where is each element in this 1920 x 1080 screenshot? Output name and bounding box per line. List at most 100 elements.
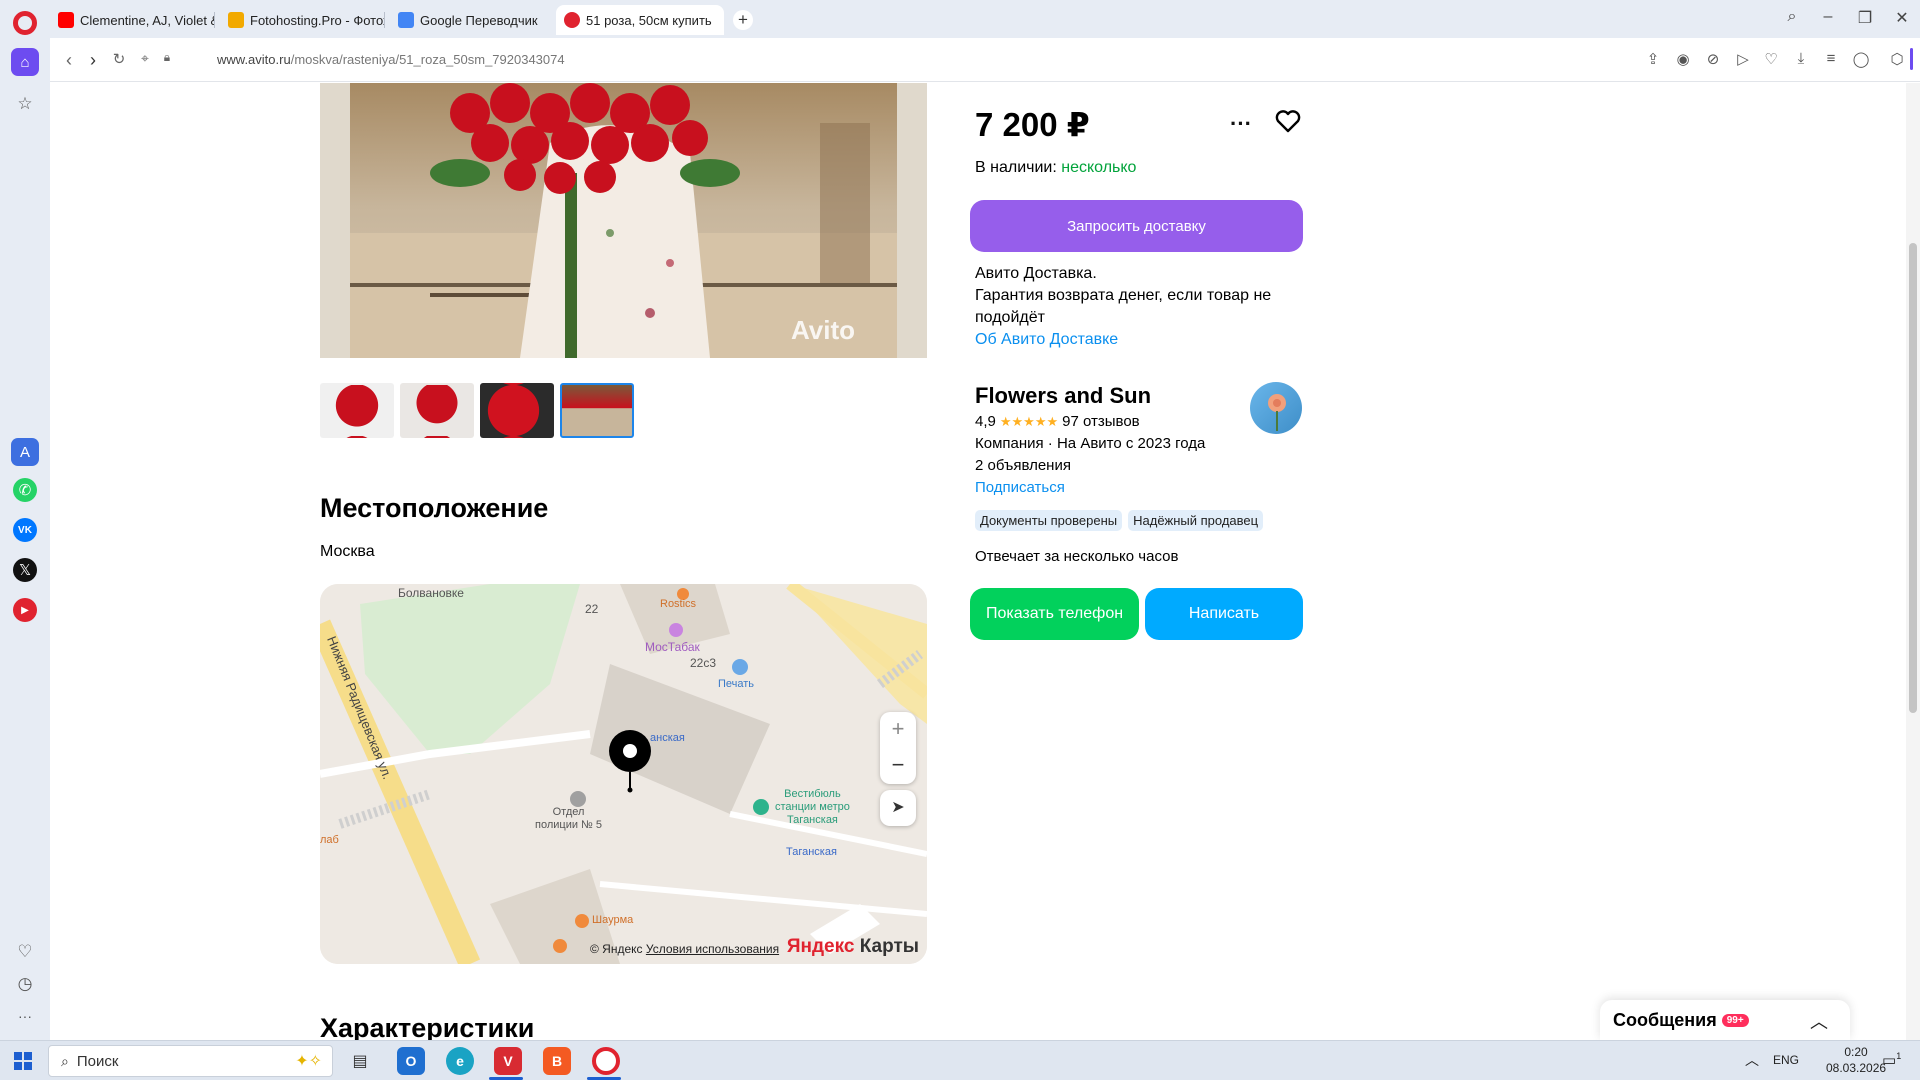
whatsapp-icon[interactable]: ✆: [13, 478, 37, 502]
write-message-button[interactable]: Написать: [1145, 588, 1303, 640]
more-options-icon[interactable]: ···: [1230, 111, 1252, 137]
map-label: лаб: [320, 834, 339, 846]
aria-icon[interactable]: A: [11, 438, 39, 466]
badge-documents-verified: Документы проверены: [975, 510, 1123, 531]
tab-google-translate[interactable]: Google Переводчик: [390, 5, 555, 35]
page-content: Avito Местоположение Москва Болвановке 2…: [50, 83, 1920, 1040]
download-icon[interactable]: ⤓: [1792, 50, 1810, 67]
map-copyright: © Яндекс Условия использования: [590, 942, 779, 956]
easy-setup-icon[interactable]: ≡: [1822, 50, 1840, 67]
zoom-out-button[interactable]: −: [880, 748, 916, 784]
geolocation-button[interactable]: ➤: [880, 790, 916, 826]
adblock-icon[interactable]: ⊘: [1704, 50, 1722, 68]
avito-tab-icon: [564, 12, 580, 28]
notifications-icon[interactable]: ▭1: [1882, 1051, 1901, 1069]
vivaldi-icon[interactable]: V: [494, 1047, 522, 1075]
map-label: 22с3: [690, 656, 717, 670]
map-label: 22: [585, 602, 599, 616]
extensions-icon[interactable]: ⬡: [1888, 50, 1906, 68]
tab-avito-active[interactable]: 51 роза, 50см купить в М: [556, 5, 724, 35]
taskbar-search[interactable]: ⌕ Поиск ✦✧: [48, 1045, 333, 1077]
map-label: Rostics: [660, 598, 697, 610]
listing-main-photo[interactable]: Avito: [320, 83, 927, 358]
url-field[interactable]: www.avito.ru/moskva/rasteniya/51_roza_50…: [217, 52, 565, 67]
brave-icon[interactable]: B: [543, 1047, 571, 1075]
map-brand-maps: Карты: [859, 936, 919, 957]
history-icon[interactable]: ◷: [11, 970, 39, 998]
close-window-button[interactable]: ✕: [1892, 8, 1912, 28]
pinboard-heart-icon[interactable]: ♡: [11, 938, 39, 966]
tab-youtube[interactable]: Clementine, AJ, Violet & L: [50, 5, 215, 35]
favorite-heart-icon[interactable]: [1275, 109, 1301, 138]
avito-watermark: Avito: [790, 315, 855, 345]
rating-value: 4,9: [975, 413, 996, 430]
messages-widget[interactable]: Сообщения 99+ ︿: [1600, 1000, 1850, 1040]
badge-reliable-seller: Надёжный продавец: [1128, 510, 1264, 531]
about-delivery-link[interactable]: Об Авито Доставке: [975, 329, 1275, 351]
outlook-icon[interactable]: O: [397, 1047, 425, 1075]
yandex-maps-logo[interactable]: Яндекс Карты: [787, 936, 919, 958]
url-host: www.avito.ru: [217, 52, 291, 67]
location-pin-icon[interactable]: ⌖: [136, 50, 154, 67]
music-player-icon[interactable]: ▶: [13, 598, 37, 622]
bookmark-icon[interactable]: ☆: [11, 90, 39, 118]
thumbnail-4-selected[interactable]: [560, 383, 634, 438]
clock[interactable]: 0:20 08.03.2026: [1826, 1044, 1886, 1076]
more-sidebar-icon[interactable]: ···: [11, 1002, 39, 1030]
flow-icon[interactable]: ▷: [1734, 50, 1752, 68]
camera-icon[interactable]: ◉: [1674, 50, 1692, 68]
tray-chevron-icon[interactable]: ︿: [1745, 1050, 1759, 1070]
reload-icon[interactable]: ↻: [110, 50, 128, 68]
windows-taskbar: ⌕ Поиск ✦✧ ▤ O e V B ︿ ENG 0:20 08.03.20…: [0, 1040, 1920, 1080]
windows-start-icon[interactable]: [14, 1052, 32, 1070]
x-twitter-icon[interactable]: 𝕏: [13, 558, 37, 582]
subscribe-link[interactable]: Подписаться: [975, 479, 1065, 496]
thumbnail-1[interactable]: [320, 383, 394, 438]
show-phone-button[interactable]: Показать телефон: [970, 588, 1139, 640]
scrollbar-thumb[interactable]: [1909, 243, 1917, 713]
forward-icon[interactable]: ›: [84, 50, 102, 71]
opera-logo-icon[interactable]: [13, 11, 37, 35]
search-tabs-icon[interactable]: ⌕: [1782, 8, 1802, 26]
notifications-count: 1: [1896, 1051, 1902, 1061]
share-icon[interactable]: ⇪: [1644, 50, 1662, 68]
tab-fotohosting[interactable]: Fotohosting.Pro - Фотохо: [220, 5, 385, 35]
chevron-up-icon[interactable]: ︿: [1810, 1008, 1828, 1034]
map-label: Таганская: [786, 846, 837, 858]
delivery-line-1: Авито Доставка.: [975, 265, 1097, 282]
seller-ads-count: 2 объявления: [975, 457, 1071, 474]
yandex-map[interactable]: Болвановке 22 Rostics МосТабак 22с3 Печа…: [320, 584, 927, 964]
zoom-in-button[interactable]: +: [880, 712, 916, 748]
seller-name[interactable]: Flowers and Sun: [975, 383, 1151, 409]
ai-sidebar-indicator: [1910, 48, 1913, 70]
thumbnail-2[interactable]: [400, 383, 474, 438]
favorites-icon[interactable]: ♡: [1762, 50, 1780, 68]
map-terms-link[interactable]: Условия использования: [646, 942, 779, 956]
tab-title: 51 роза, 50см купить в М: [586, 12, 716, 28]
keyboard-language[interactable]: ENG: [1773, 1053, 1799, 1067]
map-label: Болвановке: [398, 586, 464, 600]
profile-icon[interactable]: ◯: [1852, 50, 1870, 68]
seller-rating[interactable]: 4,9 ★★★★★ 97 отзывов: [975, 413, 1140, 430]
map-label: МосТабак: [645, 640, 700, 654]
back-icon[interactable]: ‹: [60, 50, 78, 71]
lock-icon[interactable]: 🔒︎: [158, 50, 176, 65]
seller-avatar[interactable]: [1250, 382, 1302, 434]
location-city: Москва: [320, 543, 375, 560]
minimize-button[interactable]: –: [1818, 8, 1838, 26]
vk-icon[interactable]: VK: [13, 518, 37, 542]
roses-bouquet-image: Avito: [350, 83, 897, 358]
restore-button[interactable]: ❐: [1855, 8, 1875, 28]
task-view-icon[interactable]: ▤: [346, 1047, 374, 1075]
opera-taskbar-icon[interactable]: [592, 1047, 620, 1075]
thumbnail-3[interactable]: [480, 383, 554, 438]
map-brand-ya: Яндекс: [786, 936, 855, 957]
home-icon[interactable]: ⌂: [11, 48, 39, 76]
seller-company-info: Компания · На Авито с 2023 года: [975, 435, 1206, 452]
page-scrollbar[interactable]: [1906, 83, 1920, 1040]
url-path: /moskva/rasteniya/51_roza_50sm_792034307…: [290, 52, 565, 67]
request-delivery-button[interactable]: Запросить доставку: [970, 200, 1303, 252]
new-tab-button[interactable]: +: [733, 10, 753, 30]
search-placeholder: Поиск: [76, 1052, 119, 1070]
edge-icon[interactable]: e: [446, 1047, 474, 1075]
